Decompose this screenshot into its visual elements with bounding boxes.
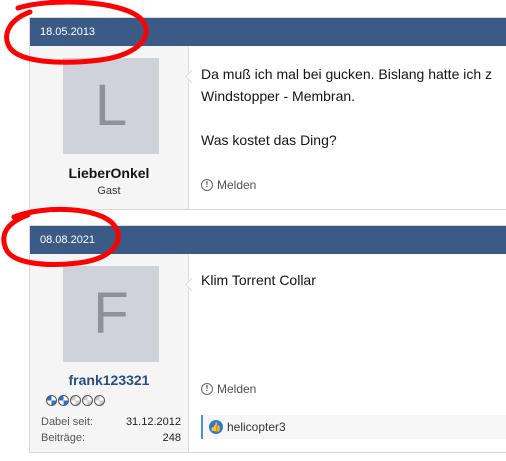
avatar[interactable]: L [63, 58, 159, 154]
post-date-header: 18.05.2013 [30, 18, 506, 46]
message-arrow [185, 278, 198, 291]
bmw-logo-icon [70, 395, 81, 406]
avatar[interactable]: F [63, 266, 159, 362]
joined-label: Dabei seit: [41, 416, 93, 428]
user-column: F frank123321 Dabei seit: 31.12.2012 Bei… [30, 254, 198, 452]
bmw-logo-icon [94, 395, 105, 406]
bmw-logo-icon [58, 395, 69, 406]
message-body: Klim Torrent Collar [201, 272, 316, 288]
reactions-bar[interactable]: 👍 helicopter3 [201, 415, 506, 439]
report-link[interactable]: ! Melden [201, 382, 256, 396]
post-date-header: 08.08.2021 [30, 226, 506, 254]
username[interactable]: frank123321 [30, 372, 188, 388]
message-body: Da muß ich mal bei gucken. Bislang hatte… [201, 66, 493, 148]
user-column: L LieberOnkel Gast [30, 46, 198, 209]
bmw-logo-icon [82, 395, 93, 406]
bmw-logo-icon [46, 395, 57, 406]
warning-circle-icon: ! [201, 179, 213, 191]
report-label: Melden [217, 178, 257, 192]
avatar-letter: L [94, 73, 128, 138]
stat-joined: Dabei seit: 31.12.2012 [41, 414, 181, 430]
post: 08.08.2021 F frank123321 Dabei seit: 31.… [29, 225, 506, 453]
user-stats: Dabei seit: 31.12.2012 Beiträge: 248 [41, 414, 181, 446]
warning-circle-icon: ! [201, 383, 213, 395]
username[interactable]: LieberOnkel [30, 165, 188, 181]
post-date[interactable]: 18.05.2013 [40, 26, 95, 38]
posts-label: Beiträge: [41, 432, 86, 444]
user-badges [46, 395, 105, 407]
post: 18.05.2013 L LieberOnkel Gast Da muß ich… [29, 17, 506, 210]
report-label: Melden [217, 382, 257, 396]
message-arrow [185, 70, 198, 83]
avatar-letter: F [93, 281, 129, 346]
posts-value: 248 [162, 432, 181, 444]
joined-value: 31.12.2012 [125, 416, 181, 428]
post-date[interactable]: 08.08.2021 [40, 234, 95, 246]
user-title: Gast [97, 185, 121, 197]
stat-posts: Beiträge: 248 [41, 430, 181, 446]
reaction-user[interactable]: helicopter3 [227, 420, 286, 434]
thumbs-up-icon: 👍 [209, 420, 223, 434]
report-link[interactable]: ! Melden [201, 178, 256, 192]
